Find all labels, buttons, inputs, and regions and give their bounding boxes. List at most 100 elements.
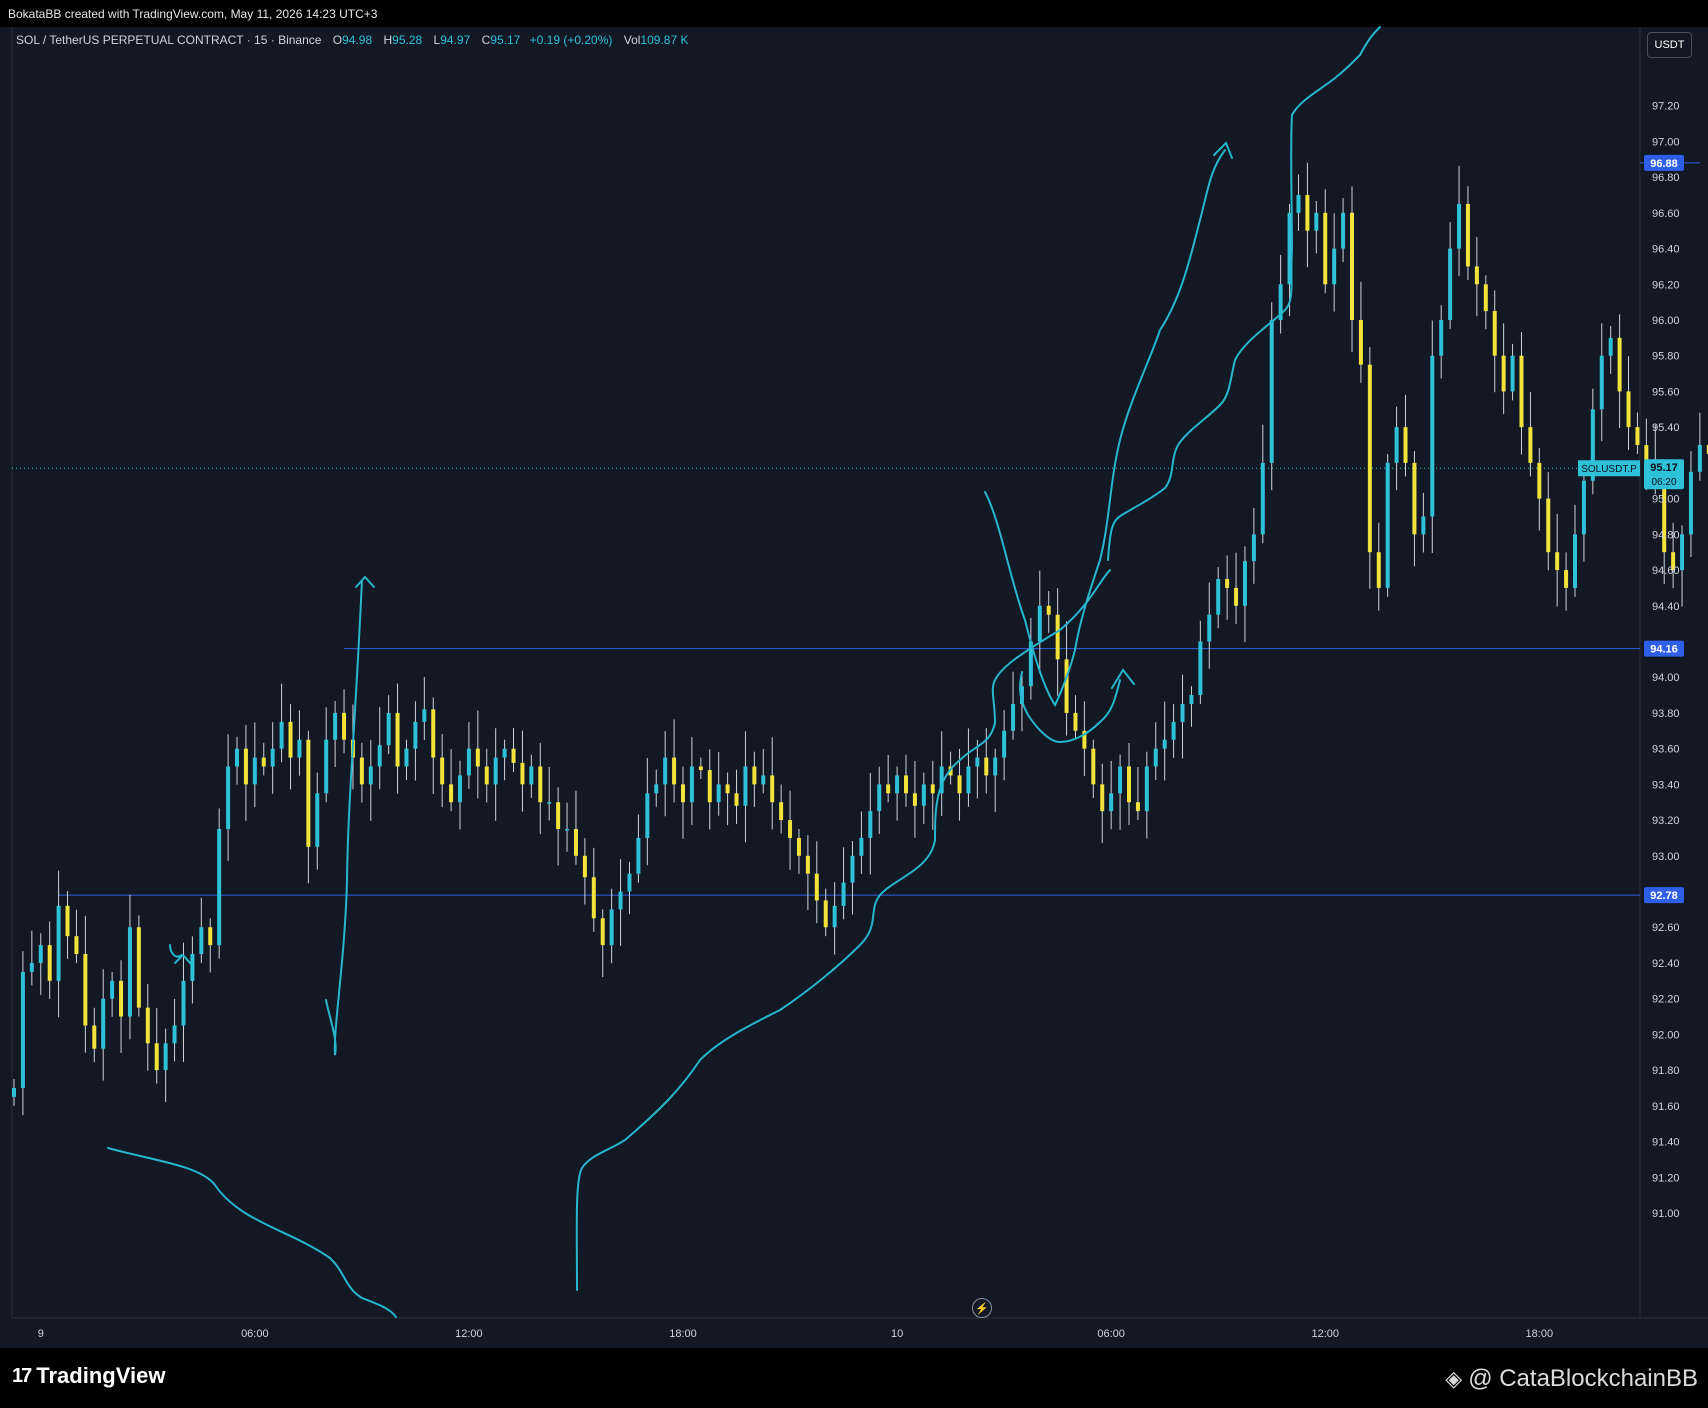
candle-body[interactable] xyxy=(1242,561,1247,606)
candle-body[interactable] xyxy=(1037,605,1042,642)
candle-body[interactable] xyxy=(324,739,329,794)
candle-body[interactable] xyxy=(1403,427,1408,463)
candle-body[interactable] xyxy=(475,748,480,767)
candle-body[interactable] xyxy=(1483,284,1488,312)
candle-body[interactable] xyxy=(493,757,498,785)
candle-body[interactable] xyxy=(707,770,712,803)
candle-body[interactable] xyxy=(734,793,739,806)
candle-body[interactable] xyxy=(127,927,132,1017)
candle-body[interactable] xyxy=(1581,480,1586,535)
candle-body[interactable] xyxy=(886,784,891,794)
candle-body[interactable] xyxy=(440,757,445,785)
annotation-curve[interactable] xyxy=(1107,26,1381,561)
candle-body[interactable] xyxy=(136,927,141,1008)
candle-body[interactable] xyxy=(547,802,552,804)
candle-body[interactable] xyxy=(921,784,926,806)
candle-body[interactable] xyxy=(172,1025,177,1044)
price-chart[interactable]: 97.20 97.00 96.80 96.60 96.40 96.20 96.00 95.80… xyxy=(0,0,1708,1408)
candle-body[interactable] xyxy=(1626,391,1631,428)
candle-body[interactable] xyxy=(1234,587,1239,606)
candle-body[interactable] xyxy=(342,712,347,740)
annotation-curve[interactable] xyxy=(1019,671,1121,744)
candle-body[interactable] xyxy=(1430,355,1435,517)
candle-body[interactable] xyxy=(1055,614,1060,660)
candle-body[interactable] xyxy=(190,954,195,981)
tradingview-logo[interactable]: 17 TradingView xyxy=(12,1363,165,1389)
candle-body[interactable] xyxy=(1519,355,1524,428)
candle-body[interactable] xyxy=(796,837,801,856)
candle-body[interactable] xyxy=(288,721,293,758)
candle-body[interactable] xyxy=(895,775,900,794)
candle-body[interactable] xyxy=(1189,695,1194,704)
candle-body[interactable] xyxy=(1394,427,1399,463)
candle-body[interactable] xyxy=(1350,212,1354,320)
candle-body[interactable] xyxy=(672,757,677,785)
candle-body[interactable] xyxy=(1448,248,1453,320)
annotation-curve[interactable] xyxy=(325,579,363,1056)
candle-body[interactable] xyxy=(689,766,694,803)
candle-body[interactable] xyxy=(1314,212,1319,231)
candle-body[interactable] xyxy=(1171,721,1176,740)
candle-body[interactable] xyxy=(814,873,819,901)
candle-body[interactable] xyxy=(1528,427,1533,463)
annotation-curve[interactable] xyxy=(107,1147,397,1318)
candle-body[interactable] xyxy=(1599,355,1604,410)
annotation-curve[interactable] xyxy=(984,491,1101,707)
candle-body[interactable] xyxy=(1064,659,1069,713)
candle-body[interactable] xyxy=(1100,784,1105,812)
candle-body[interactable] xyxy=(654,784,659,794)
candle-body[interactable] xyxy=(226,766,231,830)
candle-body[interactable] xyxy=(627,873,632,892)
candle-body[interactable] xyxy=(993,757,998,776)
candle-body[interactable] xyxy=(912,793,917,806)
candle-body[interactable] xyxy=(1144,766,1149,812)
candle-body[interactable] xyxy=(1180,703,1185,722)
candle-body[interactable] xyxy=(681,784,685,803)
candle-body[interactable] xyxy=(904,775,908,794)
candle-body[interactable] xyxy=(1367,364,1372,553)
candle-body[interactable] xyxy=(1617,337,1622,392)
candle-body[interactable] xyxy=(1662,480,1667,553)
candle-body[interactable] xyxy=(698,766,703,771)
candle-body[interactable] xyxy=(1492,311,1497,356)
candle-body[interactable] xyxy=(663,757,668,785)
candle-body[interactable] xyxy=(386,712,391,746)
candle-body[interactable] xyxy=(600,918,605,946)
candle-body[interactable] xyxy=(850,855,855,883)
candle-body[interactable] xyxy=(101,998,106,1049)
candle-body[interactable] xyxy=(1635,427,1640,446)
candle-body[interactable] xyxy=(788,820,793,838)
candle-body[interactable] xyxy=(484,766,489,785)
candle-body[interactable] xyxy=(413,721,418,749)
candle-body[interactable] xyxy=(841,882,846,906)
candle-body[interactable] xyxy=(1207,614,1212,642)
candle-body[interactable] xyxy=(199,927,204,955)
candle-body[interactable] xyxy=(1358,320,1363,365)
candle-body[interactable] xyxy=(38,945,43,963)
candle-body[interactable] xyxy=(1332,248,1337,285)
candle-body[interactable] xyxy=(984,757,989,776)
candle-body[interactable] xyxy=(1225,578,1230,588)
candle-body[interactable] xyxy=(832,905,837,928)
candle-body[interactable] xyxy=(1546,498,1551,553)
candle-body[interactable] xyxy=(458,775,462,803)
candle-body[interactable] xyxy=(1269,320,1274,463)
candle-body[interactable] xyxy=(154,1043,159,1071)
candle-body[interactable] xyxy=(422,709,427,722)
candle-body[interactable] xyxy=(1474,266,1479,285)
lightning-icon[interactable]: ⚡ xyxy=(972,1298,992,1318)
candle-body[interactable] xyxy=(1412,462,1417,535)
candle-body[interactable] xyxy=(779,802,784,821)
candle-body[interactable] xyxy=(74,936,79,955)
candle-body[interactable] xyxy=(1046,605,1051,615)
candle-body[interactable] xyxy=(279,721,284,749)
candle-body[interactable] xyxy=(609,909,614,946)
candle-body[interactable] xyxy=(145,1007,150,1044)
currency-button[interactable]: USDT xyxy=(1647,32,1692,58)
candle-body[interactable] xyxy=(582,855,587,878)
candle-body[interactable] xyxy=(181,980,186,1026)
annotation-curve[interactable] xyxy=(1213,141,1233,159)
candles[interactable] xyxy=(12,162,1708,1116)
candle-body[interactable] xyxy=(1341,212,1346,249)
candle-body[interactable] xyxy=(725,784,730,794)
